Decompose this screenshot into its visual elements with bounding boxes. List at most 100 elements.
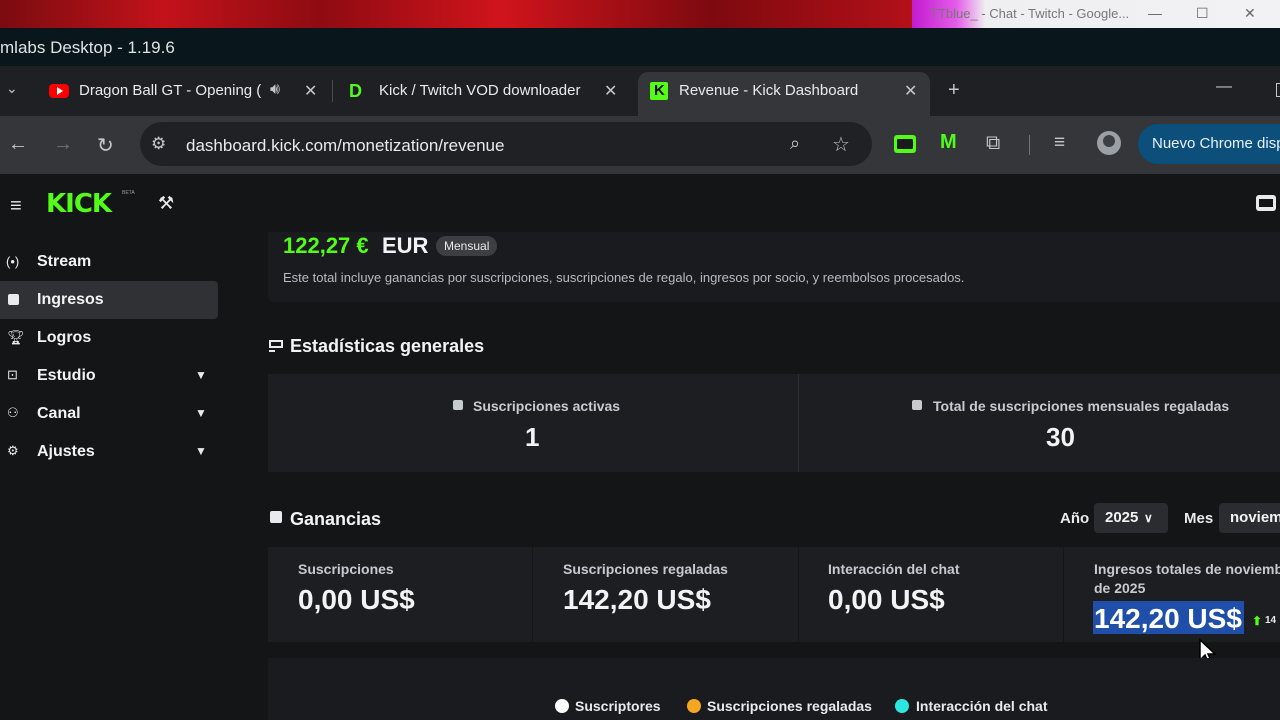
sidebar-item-estudio[interactable]: ⊡ Estudio ▼ <box>0 357 218 395</box>
earnings-title: Ganancias <box>290 509 382 529</box>
minimize-icon[interactable]: — <box>1148 5 1162 21</box>
beta-label: BETA <box>122 190 135 196</box>
profile-avatar[interactable] <box>1097 131 1121 155</box>
legend-dot-gifted <box>687 699 701 713</box>
dashboard-header <box>0 174 1280 232</box>
hamburger-menu-icon[interactable]: ≡ <box>10 195 22 218</box>
sidebar-item-logros[interactable]: 🏆︎ Logros <box>0 319 218 357</box>
revenue-currency: EUR <box>382 233 429 258</box>
tab-close-icon[interactable]: ✕ <box>604 81 617 101</box>
legend-dot-subs <box>555 699 569 713</box>
sidebar-item-ingresos[interactable]: Ingresos <box>0 281 218 319</box>
tab-close-icon[interactable]: ✕ <box>904 81 917 101</box>
tab-title: Dragon Ball GT - Opening ( <box>79 82 262 99</box>
chrome-update-label: Nuevo Chrome disp <box>1152 135 1280 152</box>
earning-card-gifted: Suscripciones regaladas 142,20 US$ <box>533 547 798 642</box>
sidebar-item-ajustes[interactable]: ⚙︎ Ajustes ▼ <box>0 433 218 471</box>
chevron-down-icon[interactable]: ▼ <box>195 368 207 382</box>
background-window-red <box>0 0 912 28</box>
earning-value: 0,00 US$ <box>298 584 415 615</box>
bookmark-star-icon[interactable]: ☆ <box>832 132 850 157</box>
url-text[interactable]: dashboard.kick.com/monetization/revenue <box>186 136 504 156</box>
kick-studio-icon[interactable] <box>1256 195 1276 211</box>
sidebar-item-label: Canal <box>37 405 81 422</box>
window-restore-icon[interactable] <box>1276 83 1280 97</box>
chevron-down-icon[interactable]: ▼ <box>195 444 207 458</box>
kick-extension-icon[interactable] <box>894 135 916 153</box>
sidebar-item-label: Stream <box>37 253 92 270</box>
new-tab-icon[interactable]: + <box>948 79 960 102</box>
chart-icon <box>912 400 922 410</box>
tab-search-icon[interactable]: ⌄ <box>6 80 18 97</box>
legend-label[interactable]: Suscripciones regaladas <box>707 698 872 714</box>
kick-logo[interactable]: KICK <box>46 189 112 219</box>
chevron-down-icon[interactable]: ▼ <box>195 406 207 420</box>
d-logo-icon: D <box>349 81 362 101</box>
maximize-icon[interactable]: ☐ <box>1196 5 1209 22</box>
chart-icon <box>8 294 19 305</box>
window-minimize-icon[interactable]: — <box>1216 78 1232 96</box>
channel-icon: ⚇ <box>7 405 19 420</box>
tab-vod-downloader[interactable]: D Kick / Twitch VOD downloader ✕ <box>336 72 632 116</box>
earning-label: Suscripciones <box>298 561 394 577</box>
total-label-line2: de 2025 <box>1094 580 1146 596</box>
toolbar-divider <box>1029 135 1030 155</box>
chevron-down-icon: ∨ <box>1144 511 1153 525</box>
legend-label[interactable]: Interacción del chat <box>916 698 1047 714</box>
arrow-up-icon: ⬆ <box>1252 614 1263 628</box>
earning-label: Interacción del chat <box>828 561 960 577</box>
tab-title: Revenue - Kick Dashboard <box>679 82 859 99</box>
sidebar-item-canal[interactable]: ⚇ Canal ▼ <box>0 395 218 433</box>
stats-title: Estadísticas generales <box>290 336 485 356</box>
tab-revenue-kick[interactable]: K Revenue - Kick Dashboard ✕ <box>638 72 930 116</box>
tab-dragon-ball[interactable]: Dragon Ball GT - Opening ( 🔊︎ ✕ <box>36 72 328 116</box>
earning-label: Suscripciones regaladas <box>563 561 728 577</box>
stat-label: Total de suscripciones mensuales regalad… <box>933 398 1230 414</box>
m-extension-icon[interactable]: M <box>940 131 957 154</box>
kick-icon: K <box>650 82 668 100</box>
close-icon[interactable]: ✕ <box>1244 5 1256 22</box>
earning-card-subs: Suscripciones 0,00 US$ <box>268 547 532 642</box>
sidebar-item-label: Ajustes <box>37 443 95 460</box>
sidebar-item-stream[interactable]: (•) Stream <box>0 243 218 281</box>
earning-value: 0,00 US$ <box>828 584 945 615</box>
speaker-icon[interactable]: 🔊︎ <box>270 81 280 99</box>
tab-title: Kick / Twitch VOD downloader <box>379 82 581 99</box>
year-select[interactable]: 2025 ∨ <box>1094 503 1168 533</box>
stat-value: 30 <box>1046 422 1075 452</box>
extensions-puzzle-icon[interactable]: ⧉ <box>986 132 1000 155</box>
broadcast-icon: (•) <box>6 254 20 269</box>
period-badge: Mensual <box>436 236 498 256</box>
reload-icon[interactable]: ↻ <box>97 133 114 158</box>
year-label: Año <box>1060 510 1090 527</box>
zoom-search-icon[interactable]: ⌕ <box>790 133 800 154</box>
total-label-line1: Ingresos totales de noviemb <box>1094 561 1280 577</box>
tab-separator <box>332 80 333 102</box>
month-select[interactable]: noviemb <box>1219 503 1280 533</box>
sidebar-item-label: Logros <box>37 329 92 346</box>
media-queue-icon[interactable]: ≡ <box>1054 132 1065 154</box>
chrome-update-button[interactable]: Nuevo Chrome disp <box>1138 124 1280 164</box>
month-value: noviemb <box>1230 509 1280 526</box>
back-icon[interactable]: ← <box>8 133 28 156</box>
site-settings-icon[interactable]: ⚙︎ <box>151 134 166 154</box>
sidebar-item-label: Estudio <box>37 367 96 384</box>
chart-icon <box>453 400 463 410</box>
revenue-note: Este total incluye ganancias por suscrip… <box>283 270 965 285</box>
tab-close-icon[interactable]: ✕ <box>304 81 317 101</box>
trophy-icon: 🏆︎ <box>7 329 25 345</box>
total-value[interactable]: 142,20 US$ <box>1094 603 1242 635</box>
forward-icon[interactable]: → <box>53 133 73 156</box>
hammer-icon[interactable]: ⚒︎ <box>158 193 174 214</box>
app-title: mlabs Desktop - 1.19.6 <box>0 38 175 57</box>
stats-icon <box>269 338 283 352</box>
month-label: Mes <box>1184 510 1214 527</box>
total-change: 14 <box>1265 615 1277 626</box>
stat-card-gifted-subs: Total de suscripciones mensuales regalad… <box>799 374 1280 472</box>
background-window-title: TTblue_ - Chat - Twitch - Google... <box>930 6 1130 21</box>
legend-dot-chat <box>895 699 909 713</box>
gear-icon: ⚙︎ <box>7 443 19 458</box>
legend-label[interactable]: Suscriptores <box>575 698 661 714</box>
youtube-icon <box>49 84 69 98</box>
earning-card-chat: Interacción del chat 0,00 US$ <box>799 547 1063 642</box>
